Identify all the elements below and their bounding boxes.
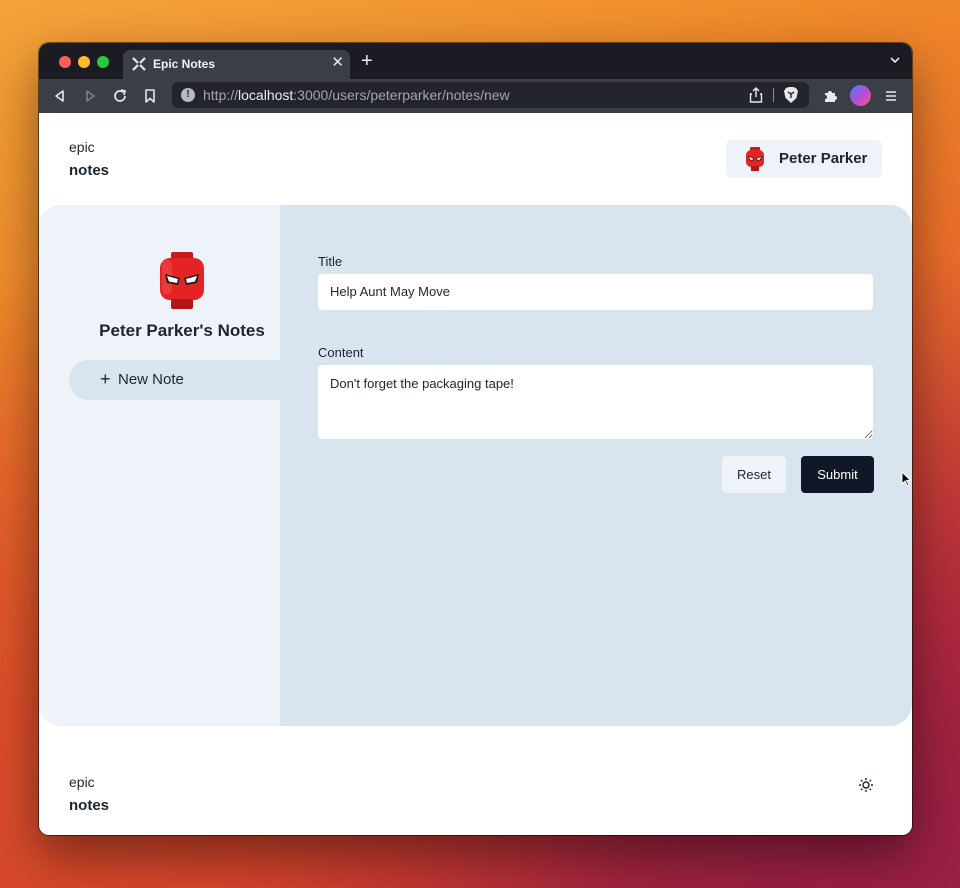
close-tab-icon[interactable]: ✕ bbox=[331, 54, 344, 72]
tab-epic-notes[interactable]: Epic Notes ✕ bbox=[123, 50, 350, 79]
plus-icon: + bbox=[100, 369, 111, 389]
spiderman-avatar-icon bbox=[160, 252, 204, 309]
title-label: Title bbox=[318, 254, 343, 269]
user-name: Peter Parker bbox=[779, 150, 868, 167]
tab-title: Epic Notes bbox=[153, 57, 216, 71]
notes-panel: Peter Parker's Notes + New Note Title Co… bbox=[39, 205, 912, 726]
header-logo[interactable]: epic notes bbox=[69, 136, 109, 182]
new-tab-button[interactable]: + bbox=[361, 51, 373, 71]
extensions-icon[interactable] bbox=[822, 88, 838, 104]
logo-line-epic: epic bbox=[69, 139, 95, 155]
share-icon[interactable] bbox=[749, 87, 763, 103]
new-note-link[interactable]: + New Note bbox=[69, 360, 280, 400]
epic-logo-icon bbox=[132, 57, 146, 71]
tab-bar: Epic Notes ✕ + bbox=[39, 43, 912, 79]
footer-logo-line-notes: notes bbox=[69, 797, 110, 814]
bookmark-icon[interactable] bbox=[142, 88, 158, 104]
logo-line-notes: notes bbox=[69, 162, 110, 179]
page-content: epic notes Peter Parker Peter Parker's N… bbox=[39, 113, 912, 835]
profile-avatar[interactable] bbox=[850, 85, 871, 106]
address-bar[interactable]: ! http://localhost:3000/users/peterparke… bbox=[172, 82, 809, 108]
reload-icon[interactable] bbox=[112, 88, 128, 104]
brave-shield-icon[interactable] bbox=[783, 86, 799, 104]
notes-sidebar: Peter Parker's Notes + New Note bbox=[39, 205, 280, 726]
footer-logo-line-epic: epic bbox=[69, 774, 95, 790]
chevron-down-icon[interactable] bbox=[890, 55, 900, 65]
content-textarea[interactable]: Don't forget the packaging tape! bbox=[318, 365, 873, 439]
close-window-button[interactable] bbox=[59, 56, 71, 68]
browser-toolbar: ! http://localhost:3000/users/peterparke… bbox=[39, 79, 912, 113]
minimize-window-button[interactable] bbox=[78, 56, 90, 68]
new-note-label: New Note bbox=[118, 371, 184, 388]
footer-logo[interactable]: epic notes bbox=[69, 771, 109, 817]
url-text[interactable]: http://localhost:3000/users/peterparker/… bbox=[203, 87, 510, 103]
title-input[interactable] bbox=[318, 274, 873, 310]
info-icon[interactable]: ! bbox=[181, 88, 195, 102]
back-icon[interactable] bbox=[52, 88, 68, 104]
menu-icon[interactable] bbox=[883, 88, 899, 104]
maximize-window-button[interactable] bbox=[97, 56, 109, 68]
user-menu-button[interactable]: Peter Parker bbox=[726, 140, 882, 178]
sun-icon[interactable] bbox=[858, 777, 874, 793]
url-divider bbox=[773, 88, 774, 102]
mouse-cursor-icon bbox=[901, 471, 912, 487]
forward-icon[interactable] bbox=[82, 88, 98, 104]
content-label: Content bbox=[318, 345, 364, 360]
reset-button[interactable]: Reset bbox=[722, 456, 786, 493]
browser-window: Epic Notes ✕ + ! http://localhost:3000/u… bbox=[39, 43, 912, 835]
spiderman-avatar-icon bbox=[746, 147, 764, 171]
submit-button[interactable]: Submit bbox=[801, 456, 874, 493]
sidebar-title: Peter Parker's Notes bbox=[99, 321, 265, 340]
